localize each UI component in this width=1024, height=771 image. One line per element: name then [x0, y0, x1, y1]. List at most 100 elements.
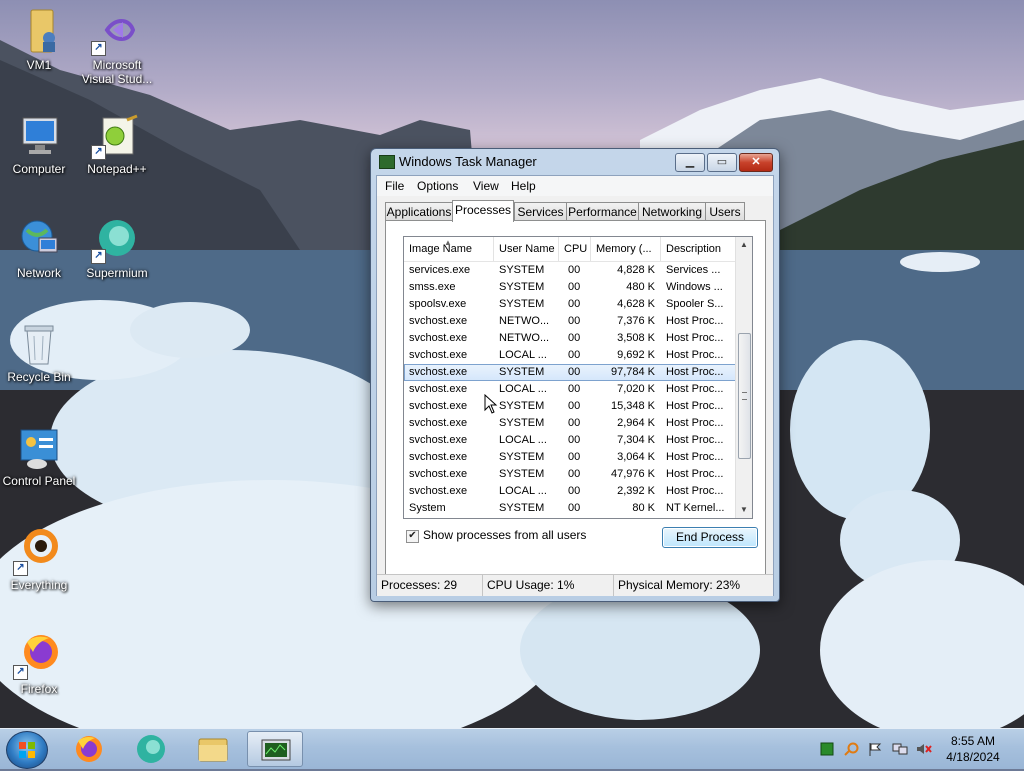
cell-cpu: 00 [568, 366, 581, 378]
desktop-icon-control-panel[interactable]: Control Panel [0, 424, 79, 488]
desktop-icon-network[interactable]: Network [0, 216, 79, 280]
close-button[interactable]: ✕ [739, 153, 773, 172]
volume-muted-icon[interactable] [916, 742, 932, 756]
desktop-icon-firefox[interactable]: ↗ Firefox [0, 632, 79, 696]
process-row[interactable]: svchost.exe LOCAL ... 00 2,392 K Host Proc..… [404, 483, 736, 500]
network-globe-icon [15, 216, 63, 264]
process-list-scrollbar[interactable]: ▲ ▼ [735, 237, 752, 518]
cell-image-name: svchost.exe [409, 349, 468, 361]
tab-networking[interactable]: Networking [638, 202, 706, 221]
process-row[interactable]: svchost.exe SYSTEM 00 47,976 K Host Proc... [404, 466, 736, 483]
tab-applications[interactable]: Applications [385, 202, 453, 221]
cell-description: Spooler S... [666, 298, 724, 310]
column-header-description[interactable]: Description [661, 237, 736, 261]
menu-help[interactable]: Help [511, 179, 536, 193]
process-row[interactable]: svchost.exe LOCAL ... 00 7,020 K Host Proc..… [404, 381, 736, 398]
cell-user-name: LOCAL ... [499, 485, 547, 497]
column-header-user-name[interactable]: User Name [494, 237, 559, 261]
scroll-down-arrow-icon[interactable]: ▼ [736, 502, 752, 518]
desktop-icon-notepad-plus-plus[interactable]: ↗ Notepad++ [77, 112, 157, 176]
tab-services[interactable]: Services [514, 202, 567, 221]
checkmark-icon: ✔ [408, 530, 417, 541]
desktop-icon-recycle-bin[interactable]: Recycle Bin [0, 320, 79, 384]
taskbar-file-explorer-button[interactable] [185, 731, 241, 767]
process-row[interactable]: svchost.exe LOCAL ... 00 9,692 K Host Proc..… [404, 347, 736, 364]
processes-panel: ▲ Image Name User Name CPU Memory (... D… [385, 220, 766, 576]
column-header-memory[interactable]: Memory (... [591, 237, 661, 261]
taskbar-firefox-button[interactable] [61, 731, 117, 767]
tab-performance[interactable]: Performance [566, 202, 639, 221]
cell-user-name: NETWO... [499, 315, 550, 327]
process-row[interactable]: spoolsv.exe SYSTEM 00 4,628 K Spooler S... [404, 296, 736, 313]
cell-description: Host Proc... [666, 383, 724, 395]
desktop-icon-everything[interactable]: ↗ Everything [0, 528, 79, 592]
action-center-flag-icon[interactable] [868, 742, 882, 756]
cell-user-name: LOCAL ... [499, 434, 547, 446]
process-row[interactable]: System SYSTEM 00 80 K NT Kernel... [404, 500, 736, 517]
cell-memory: 4,628 K [617, 298, 655, 310]
cell-description: Host Proc... [666, 400, 724, 412]
scroll-up-arrow-icon[interactable]: ▲ [736, 237, 752, 253]
desktop-icon-label: Firefox [20, 682, 58, 696]
process-row[interactable]: svchost.exe SYSTEM 00 97,784 K Host Proc... [404, 364, 736, 381]
cell-user-name: SYSTEM [499, 400, 545, 412]
column-header-image-name[interactable]: ▲ Image Name [404, 237, 494, 261]
process-row[interactable]: svchost.exe LOCAL ... 00 7,304 K Host Proc..… [404, 432, 736, 449]
desktop-icon-vm1[interactable]: VM1 [0, 8, 79, 72]
task-manager-window[interactable]: Windows Task Manager ▁ ▭ ✕ File Options … [370, 148, 780, 602]
tray-search-icon[interactable] [844, 742, 859, 756]
process-row[interactable]: svchost.exe NETWO... 00 3,508 K Host Proc... [404, 330, 736, 347]
process-row[interactable]: svchost.exe NETWO... 00 7,376 K Host Proc... [404, 313, 736, 330]
minimize-button[interactable]: ▁ [675, 153, 705, 172]
windows-logo-icon [19, 742, 35, 758]
taskbar-clock[interactable]: 8:55 AM 4/18/2024 [930, 733, 1016, 765]
desktop-icon-label: Supermium [86, 266, 148, 280]
process-row[interactable]: services.exe SYSTEM 00 4,828 K Services ... [404, 262, 736, 279]
tab-users[interactable]: Users [705, 202, 745, 221]
process-row[interactable]: smss.exe SYSTEM 00 480 K Windows ... [404, 279, 736, 296]
shortcut-arrow-icon: ↗ [91, 41, 106, 56]
desktop-icon-label: Control Panel [2, 474, 76, 488]
desktop-icon-supermium[interactable]: ↗ Supermium [77, 216, 157, 280]
cell-description: Host Proc... [666, 468, 724, 480]
menu-file[interactable]: File [385, 179, 404, 193]
taskbar-supermium-button[interactable] [123, 731, 179, 767]
notepad-plus-plus-icon: ↗ [91, 112, 141, 160]
firefox-icon [76, 736, 102, 762]
process-row[interactable]: svchost.exe SYSTEM 00 2,964 K Host Proc... [404, 415, 736, 432]
menu-options[interactable]: Options [417, 179, 458, 193]
cell-user-name: SYSTEM [499, 264, 545, 276]
cell-memory: 4,828 K [617, 264, 655, 276]
firefox-icon: ↗ [13, 632, 63, 680]
cell-cpu: 00 [568, 298, 581, 310]
process-list-header: ▲ Image Name User Name CPU Memory (... D… [404, 237, 736, 262]
cell-user-name: LOCAL ... [499, 383, 547, 395]
status-bar: Processes: 29 CPU Usage: 1% Physical Mem… [377, 574, 773, 596]
column-header-cpu[interactable]: CPU [559, 237, 591, 261]
taskbar-task-manager-button[interactable] [247, 731, 303, 767]
sort-ascending-icon: ▲ [444, 238, 452, 247]
desktop-icon-label: Microsoft Visual Stud... [81, 58, 153, 86]
show-all-users-label[interactable]: Show processes from all users [423, 528, 586, 542]
cell-memory: 47,976 K [610, 468, 655, 480]
desktop-icon-label: VM1 [26, 58, 52, 72]
cell-memory: 7,304 K [617, 434, 655, 446]
maximize-button[interactable]: ▭ [707, 153, 737, 172]
visual-studio-icon: ↗ [91, 8, 141, 56]
tab-processes[interactable]: Processes [452, 200, 514, 222]
process-row[interactable]: svchost.exe SYSTEM 00 3,064 K Host Proc... [404, 449, 736, 466]
network-tray-icon[interactable] [892, 742, 908, 756]
cell-image-name: svchost.exe [409, 366, 468, 378]
desktop-icon-computer[interactable]: Computer [0, 112, 79, 176]
end-process-button[interactable]: End Process [662, 527, 758, 548]
cell-cpu: 00 [568, 349, 581, 361]
process-list[interactable]: ▲ Image Name User Name CPU Memory (... D… [403, 236, 753, 519]
scroll-thumb[interactable] [738, 333, 751, 459]
tray-green-icon[interactable] [820, 742, 834, 756]
window-titlebar[interactable]: Windows Task Manager ▁ ▭ ✕ [371, 149, 779, 175]
menu-view[interactable]: View [473, 179, 499, 193]
desktop-icon-visual-studio[interactable]: ↗ Microsoft Visual Stud... [77, 8, 157, 86]
show-all-users-checkbox[interactable]: ✔ [406, 530, 419, 543]
start-button[interactable] [6, 731, 48, 769]
process-row[interactable]: svchost.exe SYSTEM 00 15,348 K Host Proc... [404, 398, 736, 415]
